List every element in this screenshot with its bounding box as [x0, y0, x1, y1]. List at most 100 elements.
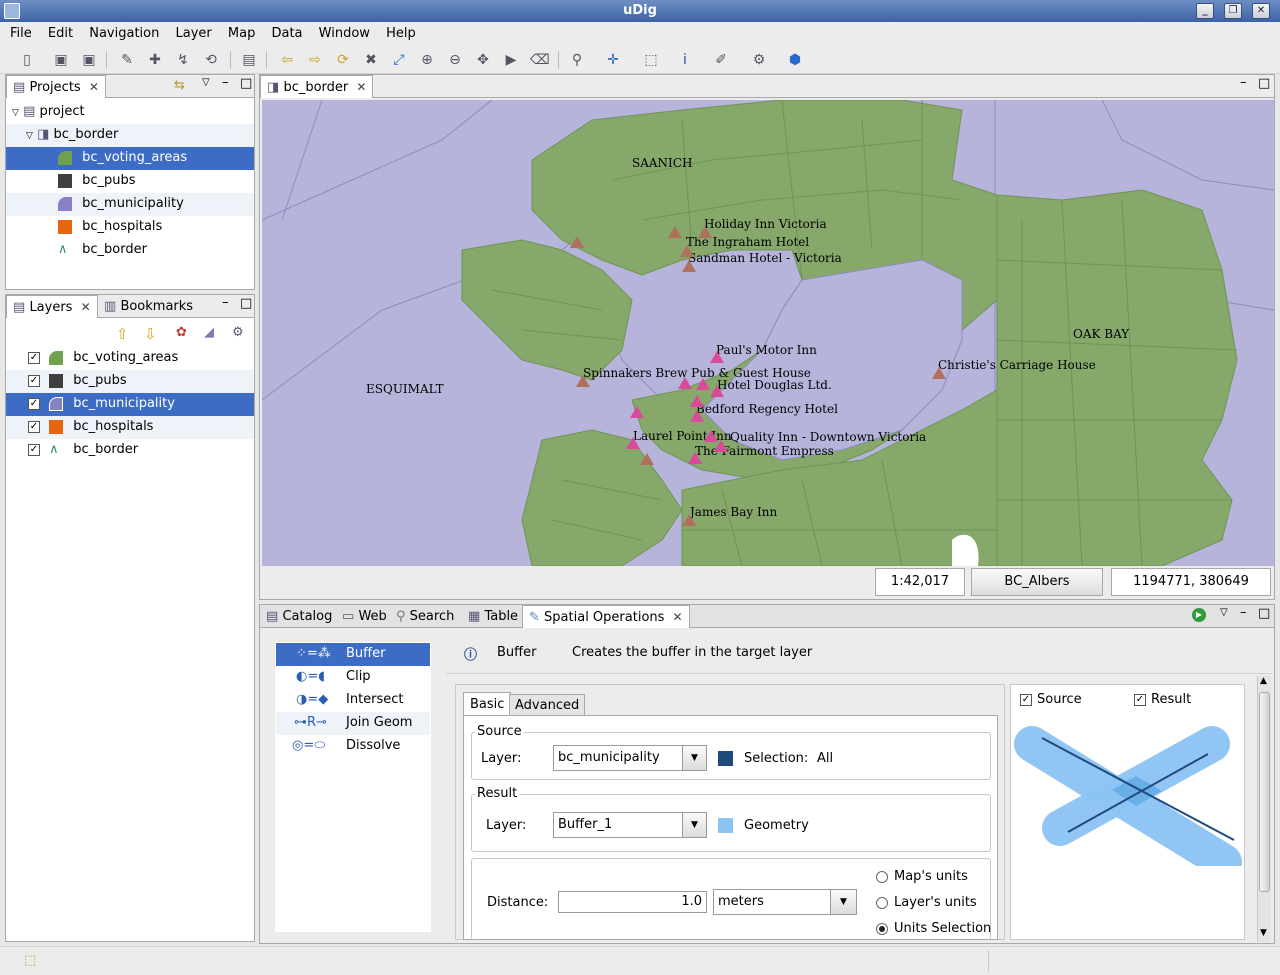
forward-icon[interactable]: ⇨ — [306, 51, 324, 69]
visibility-checkbox[interactable]: ✓ — [28, 397, 40, 410]
polygon-icon[interactable]: ⟲ — [202, 51, 220, 69]
chevron-down-icon[interactable]: ▼ — [830, 890, 856, 914]
radio-layers-units[interactable]: Layer's units — [876, 895, 977, 910]
minimize-icon[interactable]: – — [222, 75, 229, 90]
result-layer-select[interactable]: Buffer_1 ▼ — [553, 812, 707, 838]
layer-row[interactable]: ✓ bc_voting_areas — [6, 347, 254, 370]
select-tool-icon[interactable]: ⬚ — [642, 51, 660, 69]
hospital-marker[interactable] — [668, 226, 682, 238]
maximize-icon[interactable]: □ — [1258, 606, 1270, 621]
pan-icon[interactable]: ✥ — [474, 51, 492, 69]
add-vertex-icon[interactable]: ✚ — [146, 51, 164, 69]
tree-item-layer[interactable]: bc_hospitals — [6, 216, 254, 239]
move-down-icon[interactable]: ⇩ — [144, 325, 157, 343]
operation-clip[interactable]: ◐=◖ Clip — [276, 666, 430, 689]
scale-field[interactable]: 1:42,017 — [875, 568, 965, 596]
minimize-icon[interactable]: – — [1240, 605, 1247, 620]
layer-settings-icon[interactable]: ⚙ — [232, 325, 244, 340]
menu-navigation[interactable]: Navigation — [83, 22, 165, 41]
hospital-marker[interactable] — [680, 245, 694, 257]
link-icon[interactable]: ⇆ — [174, 78, 185, 93]
visibility-checkbox[interactable]: ✓ — [28, 443, 40, 456]
pub-marker[interactable] — [710, 351, 724, 363]
pub-marker[interactable] — [688, 452, 702, 464]
collapse-icon[interactable]: ▽ — [26, 131, 33, 141]
pan-tool-icon[interactable]: ✛ — [604, 51, 622, 69]
zoom-out-icon[interactable]: ⊖ — [446, 51, 464, 69]
maximize-icon[interactable]: □ — [240, 76, 252, 91]
crs-button[interactable]: BC_Albers — [971, 568, 1103, 596]
operation-buffer[interactable]: ⁘=⁂ Buffer — [276, 643, 430, 666]
tab-advanced[interactable]: Advanced — [509, 694, 586, 716]
operation-dissolve[interactable]: ◎=⬭ Dissolve — [276, 735, 430, 758]
hospital-marker[interactable] — [698, 226, 712, 238]
collapse-icon[interactable]: ▽ — [12, 108, 19, 118]
print-icon[interactable]: ▤ — [240, 51, 258, 69]
tree-item-layer[interactable]: bc_voting_areas — [6, 147, 254, 170]
menu-data[interactable]: Data — [265, 22, 308, 41]
pub-marker[interactable] — [678, 377, 692, 389]
play-icon[interactable]: ▶ — [502, 51, 520, 69]
edit-icon[interactable]: ✎ — [118, 51, 136, 69]
maximize-icon[interactable]: □ — [240, 296, 252, 311]
pub-marker[interactable] — [714, 440, 728, 452]
save-all-icon[interactable]: ▣ — [80, 51, 98, 69]
tree-item-layer[interactable]: ∧ bc_border — [6, 239, 254, 262]
radio-maps-units[interactable]: Map's units — [876, 869, 968, 884]
close-icon[interactable]: ✕ — [81, 300, 91, 314]
hospital-marker[interactable] — [932, 367, 946, 379]
close-icon[interactable]: ✕ — [89, 80, 99, 94]
pub-marker[interactable] — [626, 437, 640, 449]
result-checkbox[interactable]: ✓ — [1134, 693, 1146, 706]
tab-spatial-operations[interactable]: ✎ Spatial Operations ✕ — [522, 605, 690, 628]
map-canvas[interactable]: SAANICH OAK BAY ESQUIMALT Holiday Inn Vi… — [262, 100, 1274, 566]
radio-units-selection[interactable]: Units Selection — [876, 921, 991, 936]
operation-join-geom[interactable]: ⊶R⊸ Join Geom — [276, 712, 430, 735]
units-select[interactable]: meters ▼ — [713, 889, 857, 915]
tree-item-map[interactable]: ▽ ◨ bc_border — [6, 124, 254, 147]
tab-projects[interactable]: ▤ Projects ✕ — [6, 75, 106, 98]
refresh-icon[interactable]: ⟳ — [334, 51, 352, 69]
pub-marker[interactable] — [630, 406, 644, 418]
maximize-icon[interactable]: □ — [1258, 76, 1270, 91]
edit-tool-icon[interactable]: ⚙ — [750, 51, 768, 69]
hospital-marker[interactable] — [682, 260, 696, 272]
menu-file[interactable]: File — [0, 22, 38, 41]
form-scrollbar[interactable]: ▲ ▼ — [1257, 676, 1271, 942]
new-icon[interactable]: ▯ — [18, 51, 36, 69]
info-tool-icon[interactable]: i — [676, 51, 694, 69]
tab-basic[interactable]: Basic — [463, 692, 512, 716]
hospital-marker[interactable] — [576, 375, 590, 387]
pub-marker[interactable] — [710, 385, 724, 397]
menu-help[interactable]: Help — [380, 22, 422, 41]
tree-item-layer[interactable]: bc_municipality — [6, 193, 254, 216]
pub-marker[interactable] — [690, 410, 704, 422]
tab-table[interactable]: ▦ Table — [462, 605, 524, 628]
style-icon[interactable]: ✿ — [176, 325, 187, 340]
hospital-marker[interactable] — [640, 453, 654, 465]
tree-item-project[interactable]: ▽ ▤ project — [6, 101, 254, 124]
eraser-icon[interactable]: ⌫ — [530, 51, 550, 69]
result-preview-toggle[interactable]: ✓ Result — [1134, 692, 1191, 707]
minimize-icon[interactable]: – — [1240, 75, 1247, 90]
menu-map[interactable]: Map — [222, 22, 261, 41]
hospital-marker[interactable] — [682, 514, 696, 526]
radio-button[interactable] — [876, 922, 888, 935]
zoom-tool-icon[interactable]: ⚲ — [568, 51, 586, 69]
line-icon[interactable]: ↯ — [174, 51, 192, 69]
minimize-icon[interactable]: – — [222, 295, 229, 310]
view-menu-icon[interactable]: ▽ — [202, 77, 210, 88]
scroll-down-icon[interactable]: ▼ — [1260, 928, 1267, 938]
chevron-down-icon[interactable]: ▼ — [682, 746, 706, 770]
source-preview-toggle[interactable]: ✓ Source — [1020, 692, 1082, 707]
menu-layer[interactable]: Layer — [170, 22, 218, 41]
properties-icon[interactable]: ◢ — [204, 325, 214, 340]
scroll-up-icon[interactable]: ▲ — [1260, 676, 1267, 686]
layer-row[interactable]: ✓ ∧ bc_border — [6, 439, 254, 462]
menu-window[interactable]: Window — [313, 22, 376, 41]
close-icon[interactable]: ✕ — [673, 610, 683, 624]
chevron-down-icon[interactable]: ▼ — [682, 813, 706, 837]
zoom-extent-icon[interactable]: ⤢ — [390, 51, 408, 69]
visibility-checkbox[interactable]: ✓ — [28, 374, 40, 387]
zoom-in-icon[interactable]: ⊕ — [418, 51, 436, 69]
